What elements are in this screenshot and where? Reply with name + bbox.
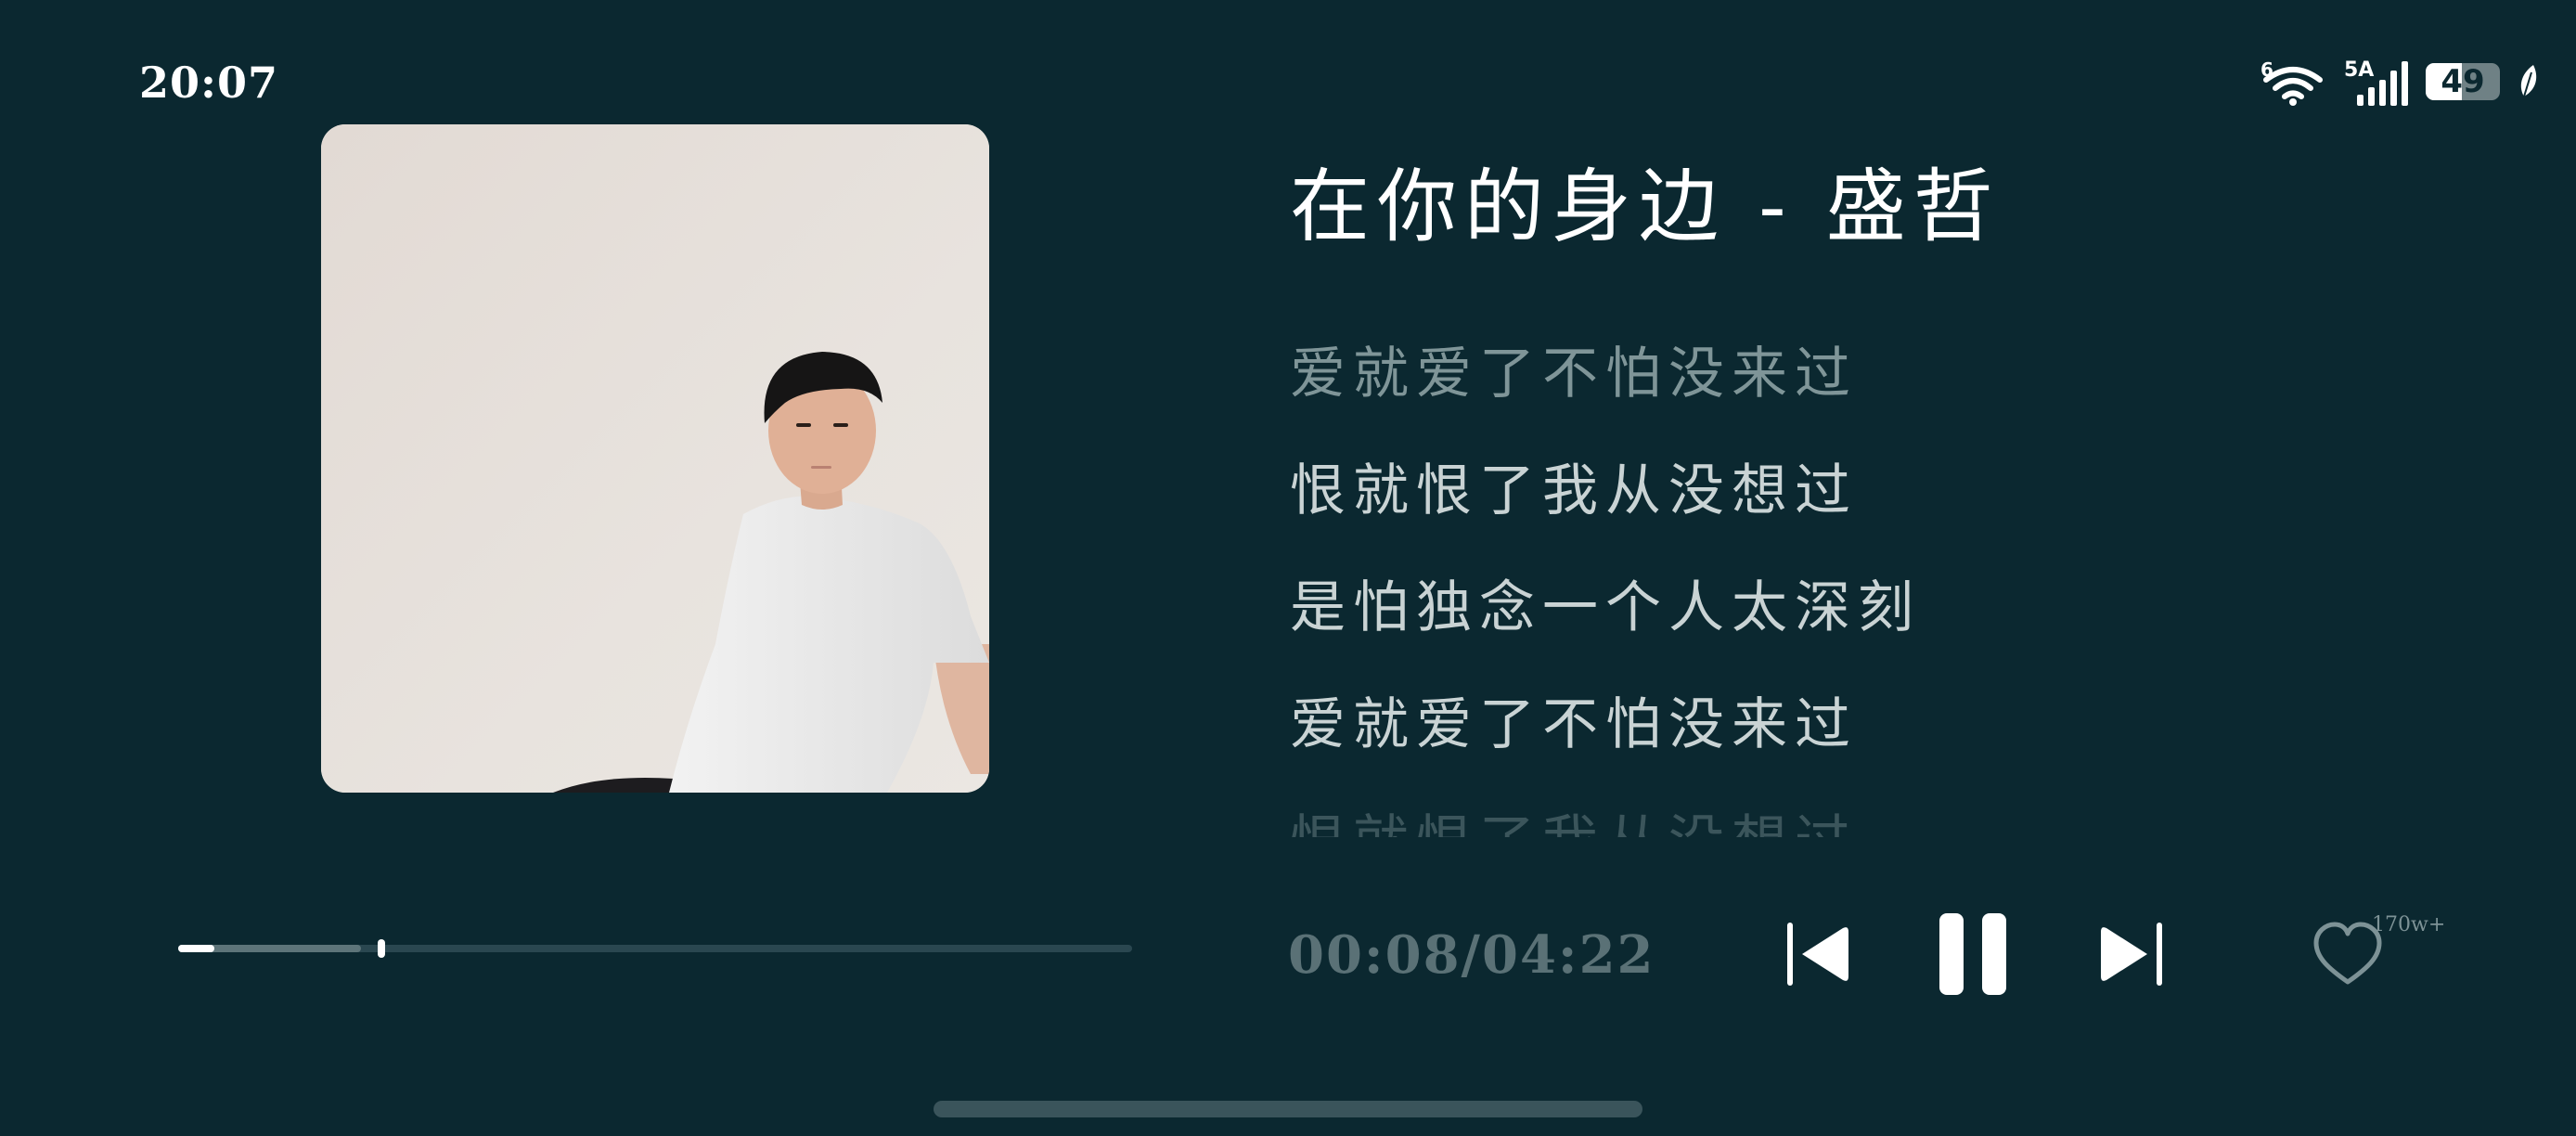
lyric-line[interactable]: 爱就爱了不怕没来过 bbox=[1290, 332, 2218, 449]
time-readout: 00:08/04:22 bbox=[1288, 924, 1655, 986]
wifi-icon: 6 bbox=[2260, 58, 2325, 106]
status-icons: 6 5A 49 bbox=[2260, 58, 2539, 106]
lyric-line[interactable]: 爱就爱了不怕没来过 bbox=[1290, 683, 2218, 800]
pause-button[interactable] bbox=[1936, 910, 2010, 999]
progress-thumb[interactable] bbox=[377, 939, 385, 958]
like-count: 170w+ bbox=[2372, 913, 2446, 936]
network-label: 5A bbox=[2344, 58, 2374, 82]
next-track-icon bbox=[2101, 923, 2162, 986]
battery-level: 49 bbox=[2441, 63, 2485, 100]
status-time: 20:07 bbox=[139, 58, 279, 108]
lyric-line[interactable]: 是怕独念一个人太深刻 bbox=[1290, 566, 2218, 683]
lyrics-panel[interactable]: 爱就爱了不怕没来过 恨就恨了我从没想过 是怕独念一个人太深刻 爱就爱了不怕没来过… bbox=[1290, 332, 2218, 837]
home-indicator[interactable] bbox=[934, 1101, 1642, 1117]
battery-icon: 49 bbox=[2426, 63, 2500, 100]
playback-progress-bar[interactable] bbox=[178, 939, 1132, 958]
pause-icon bbox=[1939, 913, 2006, 995]
album-cover[interactable] bbox=[321, 124, 989, 793]
previous-track-button[interactable] bbox=[1784, 917, 1850, 991]
lyric-line[interactable]: 恨就恨了我从没想过 bbox=[1290, 449, 2218, 566]
next-track-button[interactable] bbox=[2099, 917, 2166, 991]
signal-icon: 5A bbox=[2342, 58, 2409, 106]
played-progress bbox=[178, 945, 215, 952]
previous-track-icon bbox=[1787, 923, 1848, 986]
leaf-icon bbox=[2517, 63, 2539, 100]
album-cover-photo bbox=[321, 124, 989, 793]
song-title: 在你的身边 - 盛哲 bbox=[1290, 161, 2001, 253]
lyric-line[interactable]: 恨就恨了我从没想过 bbox=[1290, 800, 2218, 837]
